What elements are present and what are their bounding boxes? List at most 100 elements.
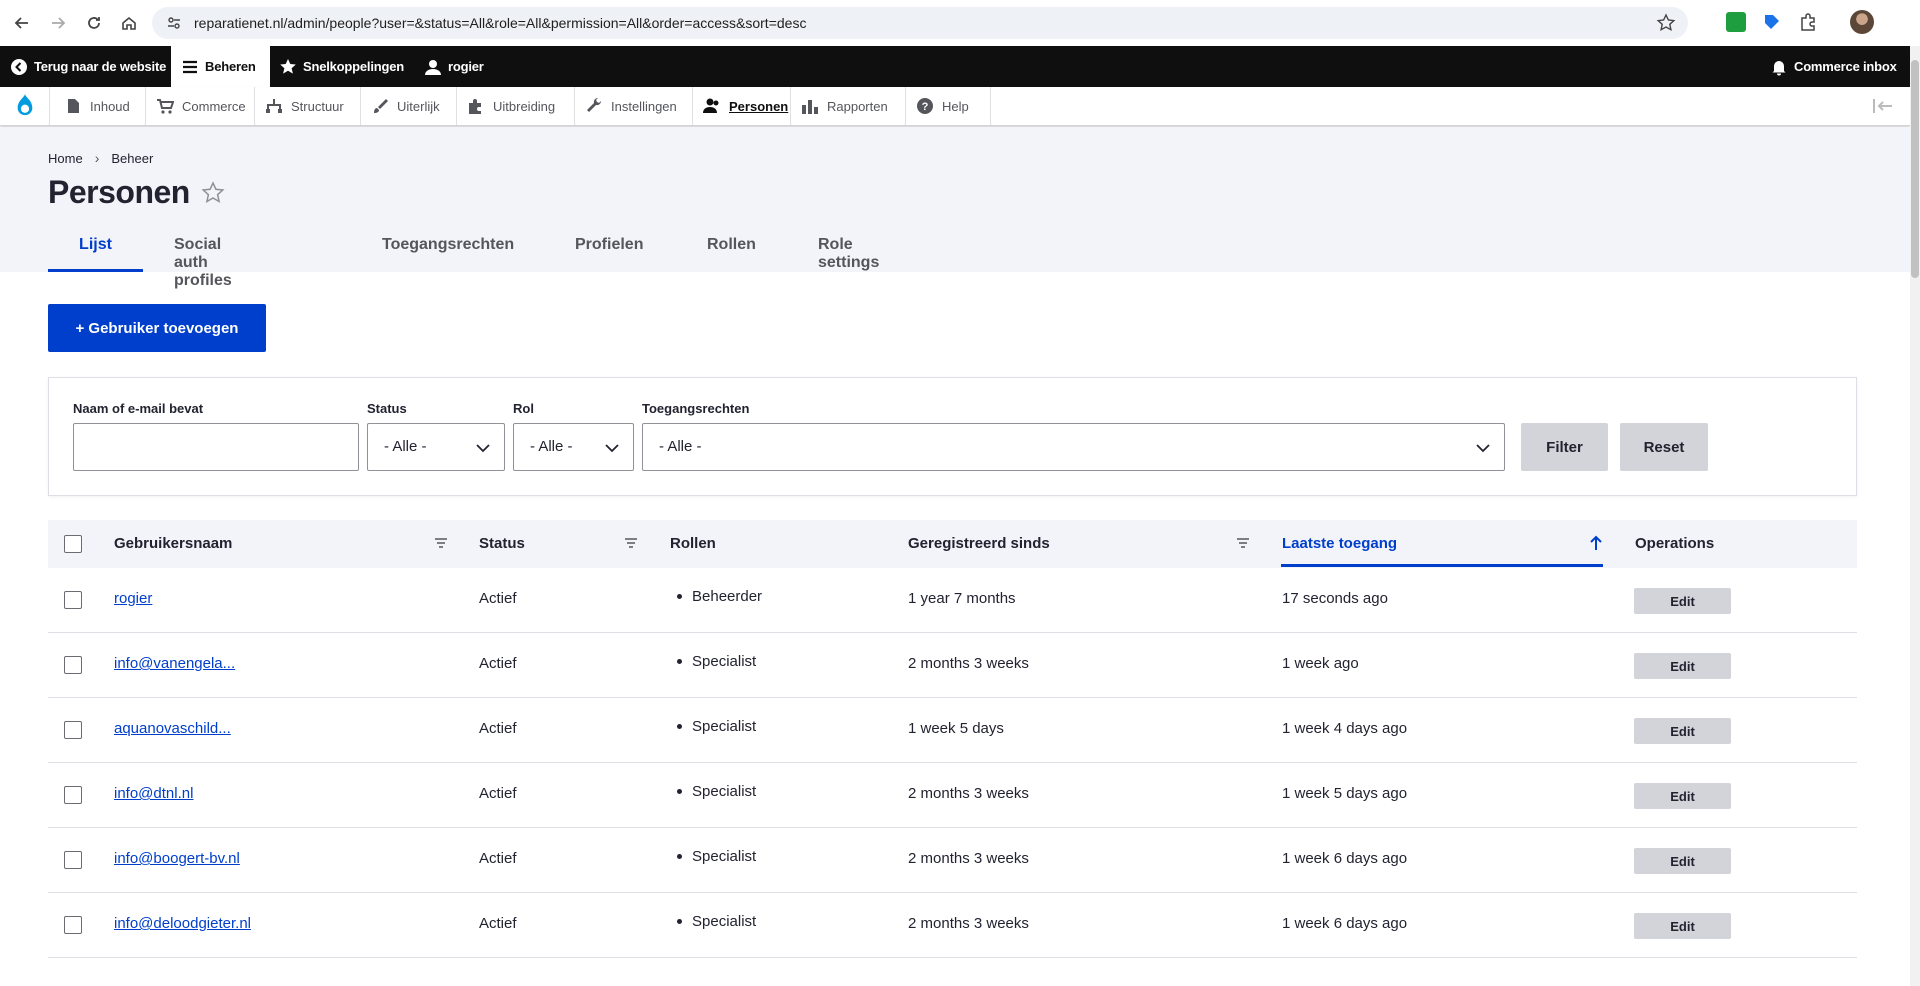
sort-ascending-arrow-icon[interactable]	[1589, 535, 1603, 551]
menu-item-inhoud[interactable]: Inhoud	[54, 87, 146, 125]
menu-item-help[interactable]: ? Help	[906, 87, 991, 125]
row-divider	[48, 632, 1857, 633]
scrollbar-thumb[interactable]	[1911, 60, 1919, 278]
reload-icon[interactable]	[83, 12, 105, 34]
breadcrumb-beheer[interactable]: Beheer	[111, 151, 153, 166]
manage-tab[interactable]: Beheren	[171, 46, 270, 87]
status-cell: Actief	[479, 785, 517, 802]
role-cell: Specialist	[677, 718, 756, 735]
forward-icon[interactable]	[47, 12, 69, 34]
column-header-operations: Operations	[1635, 535, 1715, 552]
svg-text:?: ?	[922, 101, 929, 113]
home-icon[interactable]	[118, 12, 140, 34]
column-header-last-access[interactable]: Laatste toegang	[1282, 535, 1397, 552]
edit-button[interactable]: Edit	[1634, 653, 1731, 679]
sort-icon[interactable]	[624, 536, 638, 550]
help-icon: ?	[917, 98, 933, 114]
shortcuts-tab[interactable]: Snelkoppelingen	[279, 46, 404, 87]
row-checkbox[interactable]	[64, 786, 82, 804]
checkmark-extension-icon[interactable]	[1726, 12, 1746, 32]
username-link[interactable]: info@deloodgieter.nl	[114, 915, 251, 932]
tab-profielen[interactable]: Profielen	[575, 236, 643, 272]
username-link[interactable]: aquanovaschild...	[114, 720, 231, 737]
add-user-button[interactable]: + Gebruiker toevoegen	[48, 304, 266, 352]
drupal-logo-icon[interactable]	[0, 87, 50, 125]
column-header-username[interactable]: Gebruikersnaam	[114, 535, 232, 552]
row-checkbox[interactable]	[64, 721, 82, 739]
row-divider	[48, 697, 1857, 698]
document-icon	[68, 99, 79, 113]
back-to-site-link[interactable]: Terug naar de website	[10, 46, 176, 87]
page-title: Personen	[48, 174, 190, 210]
address-bar[interactable]: reparatienet.nl/admin/people?user=&statu…	[152, 7, 1688, 39]
tab-toegangsrechten[interactable]: Toegangsrechten	[382, 236, 514, 272]
role-select[interactable]: - Alle -	[513, 423, 634, 471]
back-icon[interactable]	[11, 12, 33, 34]
username-link[interactable]: rogier	[114, 590, 152, 607]
select-all-checkbox[interactable]	[64, 535, 82, 553]
edit-button[interactable]: Edit	[1634, 848, 1731, 874]
tab-role-settings[interactable]: Role settings	[818, 236, 879, 272]
menu-item-instellingen[interactable]: Instellingen	[575, 87, 693, 125]
menu-item-uitbreiding[interactable]: Uitbreiding	[457, 87, 575, 125]
status-select-value: - Alle -	[384, 438, 427, 455]
row-divider	[48, 892, 1857, 893]
last-access-cell: 1 week 6 days ago	[1282, 850, 1408, 867]
username-link[interactable]: info@dtnl.nl	[114, 785, 193, 802]
orientation-toggle-icon[interactable]	[1872, 97, 1894, 115]
name-email-input[interactable]	[73, 423, 359, 471]
permission-select[interactable]: - Alle -	[642, 423, 1505, 471]
registered-cell: 1 week 5 days	[908, 720, 1004, 737]
column-header-registered[interactable]: Geregistreerd sinds	[908, 535, 1050, 552]
user-tab[interactable]: rogier	[424, 46, 484, 87]
menu-item-structuur[interactable]: Structuur	[255, 87, 361, 125]
menu-item-personen[interactable]: Personen	[693, 87, 791, 125]
tag-extension-icon[interactable]	[1762, 12, 1782, 32]
tab-lijst[interactable]: Lijst	[48, 236, 143, 272]
username-link[interactable]: info@vanengela...	[114, 655, 235, 672]
row-checkbox[interactable]	[64, 656, 82, 674]
back-to-site-label: Terug naar de website	[34, 59, 167, 74]
username-link[interactable]: info@boogert-bv.nl	[114, 850, 240, 867]
wrench-icon	[587, 97, 602, 112]
row-checkbox[interactable]	[64, 916, 82, 934]
name-filter-label: Naam of e-mail bevat	[73, 401, 204, 416]
status-select[interactable]: - Alle -	[367, 423, 505, 471]
row-divider	[48, 957, 1857, 958]
site-settings-icon[interactable]	[166, 15, 182, 31]
bookmark-star-icon[interactable]	[1656, 13, 1676, 33]
puzzle-extension-icon[interactable]	[1798, 12, 1818, 32]
star-icon	[280, 58, 296, 74]
role-select-value: - Alle -	[530, 438, 573, 455]
chevron-down-icon	[476, 444, 490, 453]
menu-item-label: Instellingen	[611, 98, 677, 114]
menu-item-rapporten[interactable]: Rapporten	[791, 87, 906, 125]
edit-button[interactable]: Edit	[1634, 783, 1731, 809]
last-access-cell: 1 week 6 days ago	[1282, 915, 1408, 932]
registered-cell: 2 months 3 weeks	[908, 655, 1029, 672]
menu-item-commerce[interactable]: Commerce	[146, 87, 255, 125]
menu-item-uiterlijk[interactable]: Uiterlijk	[361, 87, 457, 125]
filter-button[interactable]: Filter	[1521, 423, 1608, 471]
column-header-status[interactable]: Status	[479, 535, 525, 552]
url-text[interactable]: reparatienet.nl/admin/people?user=&statu…	[194, 7, 806, 39]
sort-icon[interactable]	[434, 536, 448, 550]
row-checkbox[interactable]	[64, 851, 82, 869]
sort-icon[interactable]	[1236, 536, 1250, 550]
edit-button[interactable]: Edit	[1634, 588, 1731, 614]
reset-button[interactable]: Reset	[1620, 423, 1708, 471]
tab-rollen[interactable]: Rollen	[707, 236, 756, 272]
row-divider	[48, 827, 1857, 828]
last-access-cell: 17 seconds ago	[1282, 590, 1388, 607]
favorite-star-icon[interactable]	[201, 181, 225, 205]
tab-social-auth-profiles[interactable]: Social auth profiles	[174, 236, 232, 289]
edit-button[interactable]: Edit	[1634, 718, 1731, 744]
row-checkbox[interactable]	[64, 591, 82, 609]
profile-avatar[interactable]	[1850, 10, 1874, 34]
edit-button[interactable]: Edit	[1634, 913, 1731, 939]
breadcrumb-home[interactable]: Home	[48, 151, 83, 166]
back-circle-icon	[11, 58, 27, 75]
menu-item-label: Inhoud	[90, 98, 130, 114]
commerce-inbox-tab[interactable]: Commerce inbox	[1770, 46, 1897, 87]
registered-cell: 1 year 7 months	[908, 590, 1016, 607]
